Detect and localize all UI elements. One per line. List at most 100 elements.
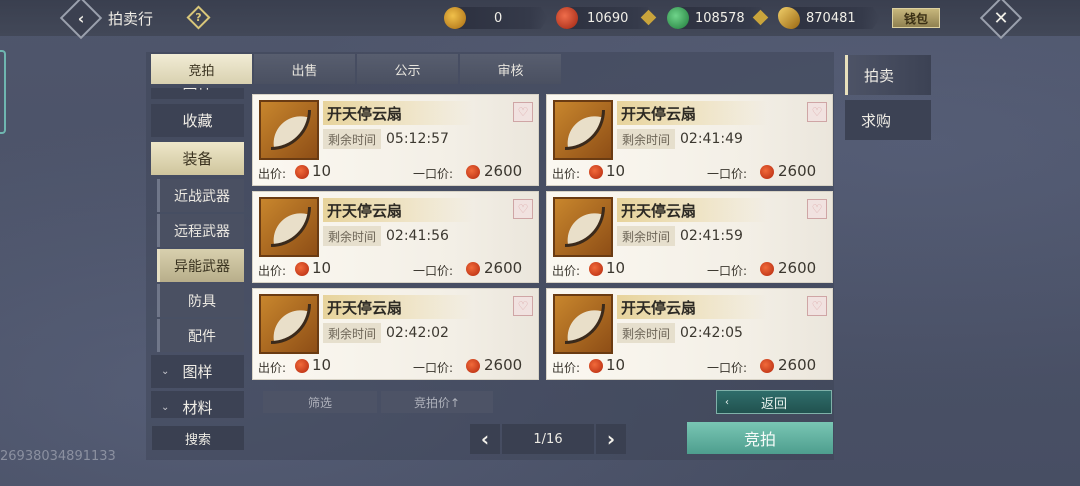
chevron-left-icon: ‹ xyxy=(725,396,729,408)
bid-button[interactable]: 竞拍 xyxy=(687,422,833,454)
item-name: 开天停云扇 xyxy=(327,105,403,123)
sort-bid-price-button[interactable]: 竞拍价↑ xyxy=(381,391,493,413)
category-list[interactable]: 图样 收藏 装备 近战武器 远程武器 异能武器 防具 配件 ⌄ 图样 ⌄ 材料 xyxy=(151,88,244,418)
fan-item-icon xyxy=(553,197,613,257)
currency-value: 10690 xyxy=(587,10,629,26)
gold-pouch-icon xyxy=(444,7,466,29)
red-jade-icon xyxy=(556,7,578,29)
subcategory-melee[interactable]: 近战武器 xyxy=(157,179,244,212)
time-remaining: 05:12:57 xyxy=(386,131,449,147)
side-tab-auction[interactable]: 拍卖 xyxy=(845,55,931,95)
buyout-label: 一口价: xyxy=(413,167,454,181)
time-remaining: 02:42:05 xyxy=(680,325,743,341)
time-remaining-label: 剩余时间 xyxy=(617,129,675,149)
category-patterns[interactable]: ⌄ 图样 xyxy=(151,355,244,388)
buyout-price: 2600 xyxy=(778,162,817,180)
fan-item-icon xyxy=(553,100,613,160)
category-equipment[interactable]: 装备 xyxy=(151,142,244,175)
next-page-button[interactable]: › xyxy=(596,424,626,454)
bid-label: 出价: xyxy=(552,167,581,181)
red-jade-icon xyxy=(295,262,309,276)
red-jade-icon xyxy=(589,359,603,373)
buyout-label: 一口价: xyxy=(413,361,454,375)
bid-label: 出价: xyxy=(258,167,287,181)
bid-price: 10 xyxy=(606,356,626,374)
item-card[interactable]: 开天停云扇 ♡ 剩余时间 02:41:59 出价: 10 一口价: 2600 xyxy=(546,191,833,283)
category-favorites[interactable]: 收藏 xyxy=(151,104,244,137)
time-remaining-label: 剩余时间 xyxy=(323,129,381,149)
time-remaining: 02:41:49 xyxy=(680,131,743,147)
item-card[interactable]: 开天停云扇 ♡ 剩余时间 02:41:56 出价: 10 一口价: 2600 xyxy=(252,191,539,283)
red-jade-icon xyxy=(760,262,774,276)
currency-value: 108578 xyxy=(695,10,745,26)
chevron-down-icon: ⌄ xyxy=(161,366,170,377)
red-jade-icon xyxy=(295,359,309,373)
time-remaining-label: 剩余时间 xyxy=(323,226,381,246)
prev-page-button[interactable]: ‹ xyxy=(470,424,500,454)
subcategory-psionic[interactable]: 异能武器 xyxy=(157,249,244,282)
favorite-heart-icon[interactable]: ♡ xyxy=(807,102,827,122)
time-remaining-label: 剩余时间 xyxy=(323,323,381,343)
item-card[interactable]: 开天停云扇 ♡ 剩余时间 05:12:57 出价: 10 一口价: 2600 xyxy=(252,94,539,186)
buyout-label: 一口价: xyxy=(707,167,748,181)
item-name: 开天停云扇 xyxy=(327,202,403,220)
item-name: 开天停云扇 xyxy=(621,105,697,123)
category-label: 图样 xyxy=(182,88,212,93)
bid-price: 10 xyxy=(606,162,626,180)
subcategory-accessory[interactable]: 配件 xyxy=(157,319,244,352)
tab-bid[interactable]: 竞拍 xyxy=(151,54,252,84)
category-materials[interactable]: ⌄ 材料 xyxy=(151,391,244,418)
filter-button[interactable]: 筛选 xyxy=(263,391,377,413)
category-label: 材料 xyxy=(182,399,213,417)
chevron-left-icon: ‹ xyxy=(77,8,85,28)
buyout-label: 一口价: xyxy=(707,264,748,278)
page-indicator: 1/16 xyxy=(502,424,594,454)
red-jade-icon xyxy=(760,165,774,179)
favorite-heart-icon[interactable]: ♡ xyxy=(513,296,533,316)
user-id: 26938034891133 xyxy=(0,449,116,464)
bid-price: 10 xyxy=(312,259,332,277)
item-card[interactable]: 开天停云扇 ♡ 剩余时间 02:42:02 出价: 10 一口价: 2600 xyxy=(252,288,539,380)
item-card[interactable]: 开天停云扇 ♡ 剩余时间 02:42:05 出价: 10 一口价: 2600 xyxy=(546,288,833,380)
red-jade-icon xyxy=(295,165,309,179)
search-button[interactable]: 搜索 xyxy=(152,426,244,450)
tab-sell[interactable]: 出售 xyxy=(254,54,355,84)
buyout-label: 一口价: xyxy=(707,361,748,375)
subcategory-armor[interactable]: 防具 xyxy=(157,284,244,317)
time-remaining-label: 剩余时间 xyxy=(617,226,675,246)
item-card[interactable]: 开天停云扇 ♡ 剩余时间 02:41:49 出价: 10 一口价: 2600 xyxy=(546,94,833,186)
return-button[interactable]: ‹ 返回 xyxy=(716,390,832,414)
fan-item-icon xyxy=(259,294,319,354)
item-name: 开天停云扇 xyxy=(327,299,403,317)
favorite-heart-icon[interactable]: ♡ xyxy=(807,296,827,316)
red-jade-icon xyxy=(466,165,480,179)
favorite-heart-icon[interactable]: ♡ xyxy=(807,199,827,219)
fan-item-icon xyxy=(259,100,319,160)
time-remaining-label: 剩余时间 xyxy=(617,323,675,343)
favorite-heart-icon[interactable]: ♡ xyxy=(513,102,533,122)
wallet-button[interactable]: 钱包 xyxy=(892,8,940,28)
bid-label: 出价: xyxy=(552,264,581,278)
item-name: 开天停云扇 xyxy=(621,202,697,220)
bid-price: 10 xyxy=(606,259,626,277)
tab-public[interactable]: 公示 xyxy=(357,54,458,84)
green-jade-icon xyxy=(667,7,689,29)
return-label: 返回 xyxy=(760,396,787,412)
subcategory-ranged[interactable]: 远程武器 xyxy=(157,214,244,247)
currency-gold-pouch: 0 xyxy=(456,7,548,29)
bid-label: 出价: xyxy=(258,361,287,375)
time-remaining: 02:42:02 xyxy=(386,325,449,341)
bid-label: 出价: xyxy=(552,361,581,375)
bid-price: 10 xyxy=(312,162,332,180)
tab-review[interactable]: 审核 xyxy=(460,54,561,84)
red-jade-icon xyxy=(760,359,774,373)
item-name: 开天停云扇 xyxy=(621,299,697,317)
category-partial[interactable]: 图样 xyxy=(151,88,244,99)
currency-value: 0 xyxy=(494,10,503,26)
fan-item-icon xyxy=(259,197,319,257)
left-edge-handle[interactable] xyxy=(0,50,6,134)
favorite-heart-icon[interactable]: ♡ xyxy=(513,199,533,219)
red-jade-icon xyxy=(589,165,603,179)
buyout-price: 2600 xyxy=(778,356,817,374)
side-tab-wanted[interactable]: 求购 xyxy=(845,100,931,140)
